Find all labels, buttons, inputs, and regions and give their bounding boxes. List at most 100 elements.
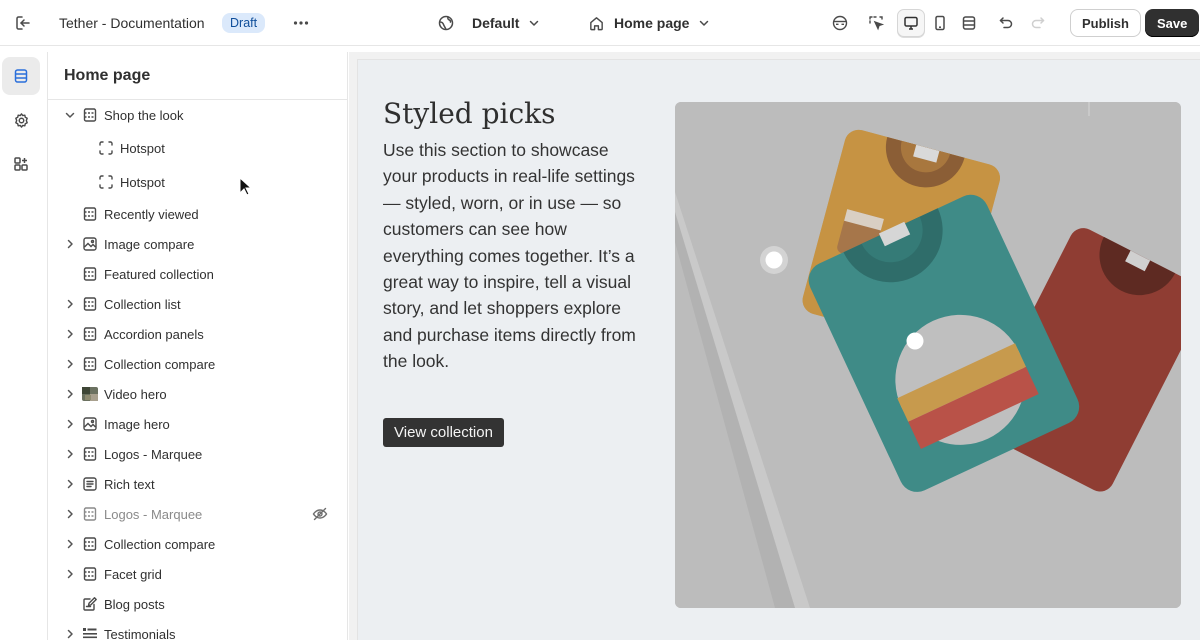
tree-item-label: Image compare	[104, 236, 195, 252]
select-tool-button[interactable]	[862, 0, 890, 46]
eye-off-icon[interactable]	[312, 506, 328, 522]
section-icon	[82, 206, 98, 222]
section-heading: Styled picks	[383, 97, 556, 130]
chevron-right-icon[interactable]	[64, 358, 76, 370]
tree-item[interactable]: Recently viewed	[48, 199, 347, 229]
inspector-button[interactable]	[826, 0, 854, 46]
status-badge: Draft	[222, 13, 266, 33]
tree-item[interactable]: Image hero	[48, 409, 347, 439]
home-icon	[590, 16, 603, 30]
cursor-select-icon	[869, 16, 885, 31]
text-icon	[82, 476, 98, 492]
top-bar: Tether - Documentation Draft Default Hom…	[0, 0, 1200, 46]
tree-item[interactable]: Accordion panels	[48, 319, 347, 349]
chevron-right-icon[interactable]	[64, 628, 76, 640]
globe-icon	[438, 15, 454, 31]
tree-item[interactable]: Collection compare	[48, 529, 347, 559]
full-width-icon	[962, 16, 976, 30]
page-selector[interactable]: Home page	[588, 0, 710, 46]
theme-selector-label: Default	[472, 15, 520, 31]
fullscreen-view-button[interactable]	[955, 0, 983, 46]
tree-item[interactable]: Hotspot	[48, 167, 347, 197]
tree-item[interactable]: Facet grid	[48, 559, 347, 589]
desktop-icon	[904, 16, 918, 30]
tree-item[interactable]: Hotspot	[48, 133, 347, 163]
tree-item-label: Shop the look	[104, 107, 184, 123]
gear-icon	[14, 112, 28, 128]
tree-item-label: Recently viewed	[104, 206, 199, 222]
panel-title: Home page	[48, 52, 347, 100]
preview-frame[interactable]: Styled picks Use this section to showcas…	[357, 59, 1200, 640]
tree-item[interactable]: Blog posts	[48, 589, 347, 619]
tree-item-label: Facet grid	[104, 566, 162, 582]
section-icon	[82, 446, 98, 462]
section-icon	[82, 536, 98, 552]
exit-icon	[16, 16, 30, 30]
image-icon	[82, 416, 98, 432]
tree-item-label: Logos - Marquee	[104, 506, 203, 522]
tree-item-label: Rich text	[104, 476, 155, 492]
mobile-view-button[interactable]	[926, 0, 954, 46]
store-title: Tether - Documentation	[59, 15, 205, 31]
mobile-icon	[935, 15, 945, 31]
more-horizontal-icon	[293, 21, 309, 25]
chevron-right-icon[interactable]	[64, 508, 76, 520]
hotspot-icon	[98, 174, 114, 190]
chevron-right-icon[interactable]	[64, 478, 76, 490]
chevron-down-icon	[530, 20, 539, 26]
theme-selector[interactable]: Default	[437, 0, 540, 46]
more-actions-button[interactable]	[292, 0, 310, 46]
tree-item[interactable]: Logos - Marquee	[48, 499, 347, 529]
undo-button[interactable]	[992, 0, 1020, 46]
chevron-right-icon[interactable]	[64, 568, 76, 580]
hotspot-icon	[98, 140, 114, 156]
view-collection-button[interactable]: View collection	[383, 418, 504, 447]
tree-item-label: Hotspot	[120, 140, 165, 156]
chevron-down-icon[interactable]	[64, 109, 76, 121]
tree-item-label: Video hero	[104, 386, 167, 402]
tree-item-label: Collection compare	[104, 356, 216, 372]
chevron-right-icon[interactable]	[64, 298, 76, 310]
chevron-down-icon	[700, 20, 709, 26]
apps-tab[interactable]	[2, 145, 40, 183]
theme-settings-tab[interactable]	[2, 101, 40, 139]
desktop-view-button[interactable]	[897, 0, 925, 46]
section-icon	[82, 506, 98, 522]
publish-button[interactable]: Publish	[1070, 9, 1141, 37]
tree-item[interactable]: Rich text	[48, 469, 347, 499]
chevron-right-icon[interactable]	[64, 448, 76, 460]
testimonials-icon	[82, 626, 98, 640]
tree-item[interactable]: Collection compare	[48, 349, 347, 379]
tree-item[interactable]: Video hero	[48, 379, 347, 409]
sections-tab[interactable]	[2, 57, 40, 95]
tree-item-label: Blog posts	[104, 596, 165, 612]
tree-item-label: Accordion panels	[104, 326, 204, 342]
tree-item[interactable]: Featured collection	[48, 259, 347, 289]
tree-item[interactable]: Image compare	[48, 229, 347, 259]
chevron-right-icon[interactable]	[64, 328, 76, 340]
chevron-right-icon[interactable]	[64, 538, 76, 550]
redo-button[interactable]	[1024, 0, 1052, 46]
tree-item[interactable]: Collection list	[48, 289, 347, 319]
tree-item[interactable]: Testimonials	[48, 619, 347, 640]
tree-item-label: Collection list	[104, 296, 181, 312]
shop-the-look-image	[675, 102, 1181, 608]
undo-icon	[999, 17, 1013, 29]
chevron-right-icon[interactable]	[64, 418, 76, 430]
tree-item[interactable]: Shop the look	[48, 100, 347, 130]
tree-item-label: Collection compare	[104, 536, 216, 552]
save-button[interactable]: Save	[1145, 9, 1200, 37]
section-body-text: Use this section to showcase your produc…	[383, 140, 636, 372]
image-icon	[82, 236, 98, 252]
blog-icon	[82, 596, 98, 612]
tree-item-label: Hotspot	[120, 174, 165, 190]
chevron-right-icon[interactable]	[64, 238, 76, 250]
section-icon	[82, 266, 98, 282]
section-icon	[82, 326, 98, 342]
left-rail	[0, 52, 48, 640]
tree-item[interactable]: Logos - Marquee	[48, 439, 347, 469]
section-icon	[82, 107, 98, 123]
redo-icon	[1031, 17, 1045, 29]
exit-button[interactable]	[14, 0, 32, 46]
chevron-right-icon[interactable]	[64, 388, 76, 400]
